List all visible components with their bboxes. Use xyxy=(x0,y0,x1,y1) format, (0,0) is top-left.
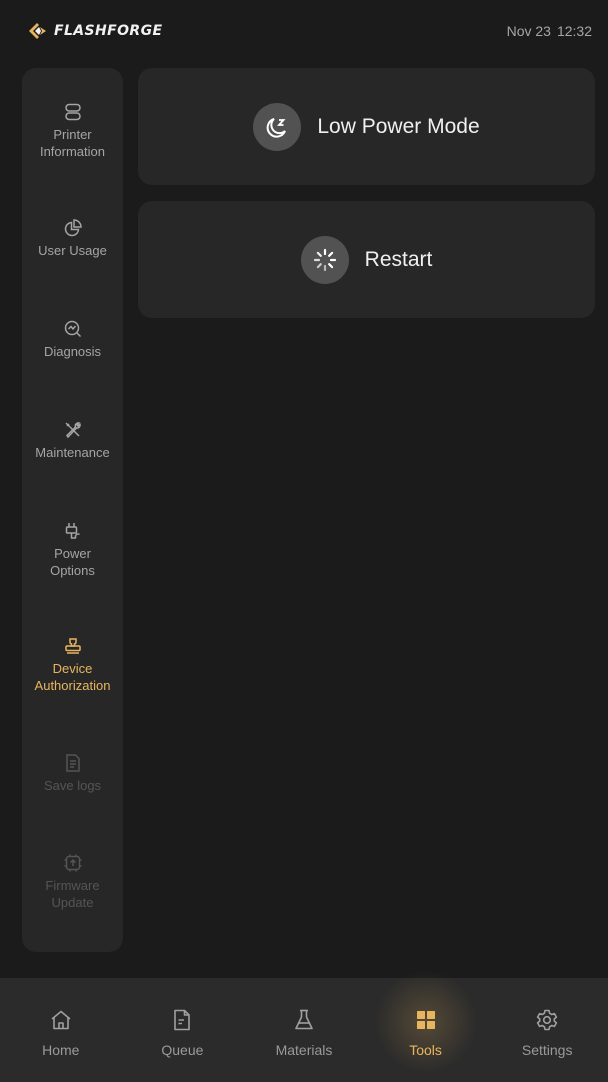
nav-settings[interactable]: Settings xyxy=(486,978,608,1082)
nav-label: Tools xyxy=(409,1042,442,1058)
chip-upload-icon xyxy=(64,854,81,872)
spinner-icon xyxy=(313,248,336,271)
nav-label: Home xyxy=(42,1042,80,1058)
flashforge-logo-icon xyxy=(29,23,46,39)
sidebar-item-label: Device Authorization xyxy=(34,661,111,693)
sidebar-item-label: Diagnosis xyxy=(43,344,102,359)
low-power-mode-label: Low Power Mode xyxy=(317,114,480,138)
power-plug-icon xyxy=(65,523,80,539)
sidebar-item-firmware-update[interactable]: Firmware Update xyxy=(22,853,123,911)
brand: FLASHFORGE xyxy=(28,22,162,40)
nav-label: Settings xyxy=(521,1042,573,1058)
tools-sidebar: Printer Information User Usage Diagnosis xyxy=(22,68,123,952)
queue-document-icon xyxy=(174,1009,191,1031)
low-power-mode-button[interactable]: Low Power Mode xyxy=(138,68,595,185)
sidebar-item-label: Maintenance xyxy=(35,445,110,460)
home-icon xyxy=(51,1010,71,1030)
bottom-navigation: Home Queue Materials Tools Settings xyxy=(0,970,608,1082)
nav-tools[interactable]: Tools xyxy=(365,970,487,1082)
date-text: Nov 23 xyxy=(506,23,551,39)
restart-label: Restart xyxy=(364,247,433,271)
grid-icon xyxy=(416,1011,435,1029)
nav-label: Queue xyxy=(161,1042,204,1058)
stamp-icon xyxy=(64,638,81,654)
pie-chart-icon xyxy=(64,219,82,237)
sidebar-item-user-usage[interactable]: User Usage xyxy=(22,218,123,259)
nav-home[interactable]: Home xyxy=(0,978,122,1082)
document-icon xyxy=(65,754,80,772)
gear-icon xyxy=(536,1009,558,1031)
printer-info-icon xyxy=(64,103,81,121)
sidebar-item-label: User Usage xyxy=(38,243,107,258)
sidebar-item-maintenance[interactable]: Maintenance xyxy=(22,420,123,461)
datetime: Nov 23 12:32 xyxy=(507,23,592,39)
tools-screen: FLASHFORGE Nov 23 12:32 Printer Informat… xyxy=(0,0,608,1082)
nav-materials[interactable]: Materials xyxy=(243,978,365,1082)
sidebar-item-diagnosis[interactable]: Diagnosis xyxy=(22,319,123,360)
nav-label: Materials xyxy=(275,1042,333,1058)
wrench-screwdriver-icon xyxy=(64,422,81,439)
flask-icon xyxy=(295,1009,313,1030)
sidebar-item-printer-information[interactable]: Printer Information xyxy=(22,102,123,160)
restart-button[interactable]: Restart xyxy=(138,201,595,318)
sidebar-item-label: Printer Information xyxy=(39,127,106,159)
restart-icon-badge xyxy=(300,235,349,284)
sidebar-item-label: Firmware Update xyxy=(45,878,100,910)
moon-sleep-icon xyxy=(267,117,287,138)
sidebar-item-label: Save logs xyxy=(43,778,102,793)
brand-name: FLASHFORGE xyxy=(54,23,163,39)
status-bar: FLASHFORGE Nov 23 12:32 xyxy=(0,0,608,62)
sidebar-item-power-options[interactable]: Power Options xyxy=(22,521,123,579)
sidebar-item-device-authorization[interactable]: Device Authorization xyxy=(22,636,123,694)
sidebar-item-save-logs[interactable]: Save logs xyxy=(22,753,123,794)
time-text: 12:32 xyxy=(556,23,592,39)
low-power-icon-badge xyxy=(253,102,302,151)
sidebar-item-label: Power Options xyxy=(50,546,95,578)
diagnosis-icon xyxy=(64,320,81,338)
nav-queue[interactable]: Queue xyxy=(122,978,244,1082)
